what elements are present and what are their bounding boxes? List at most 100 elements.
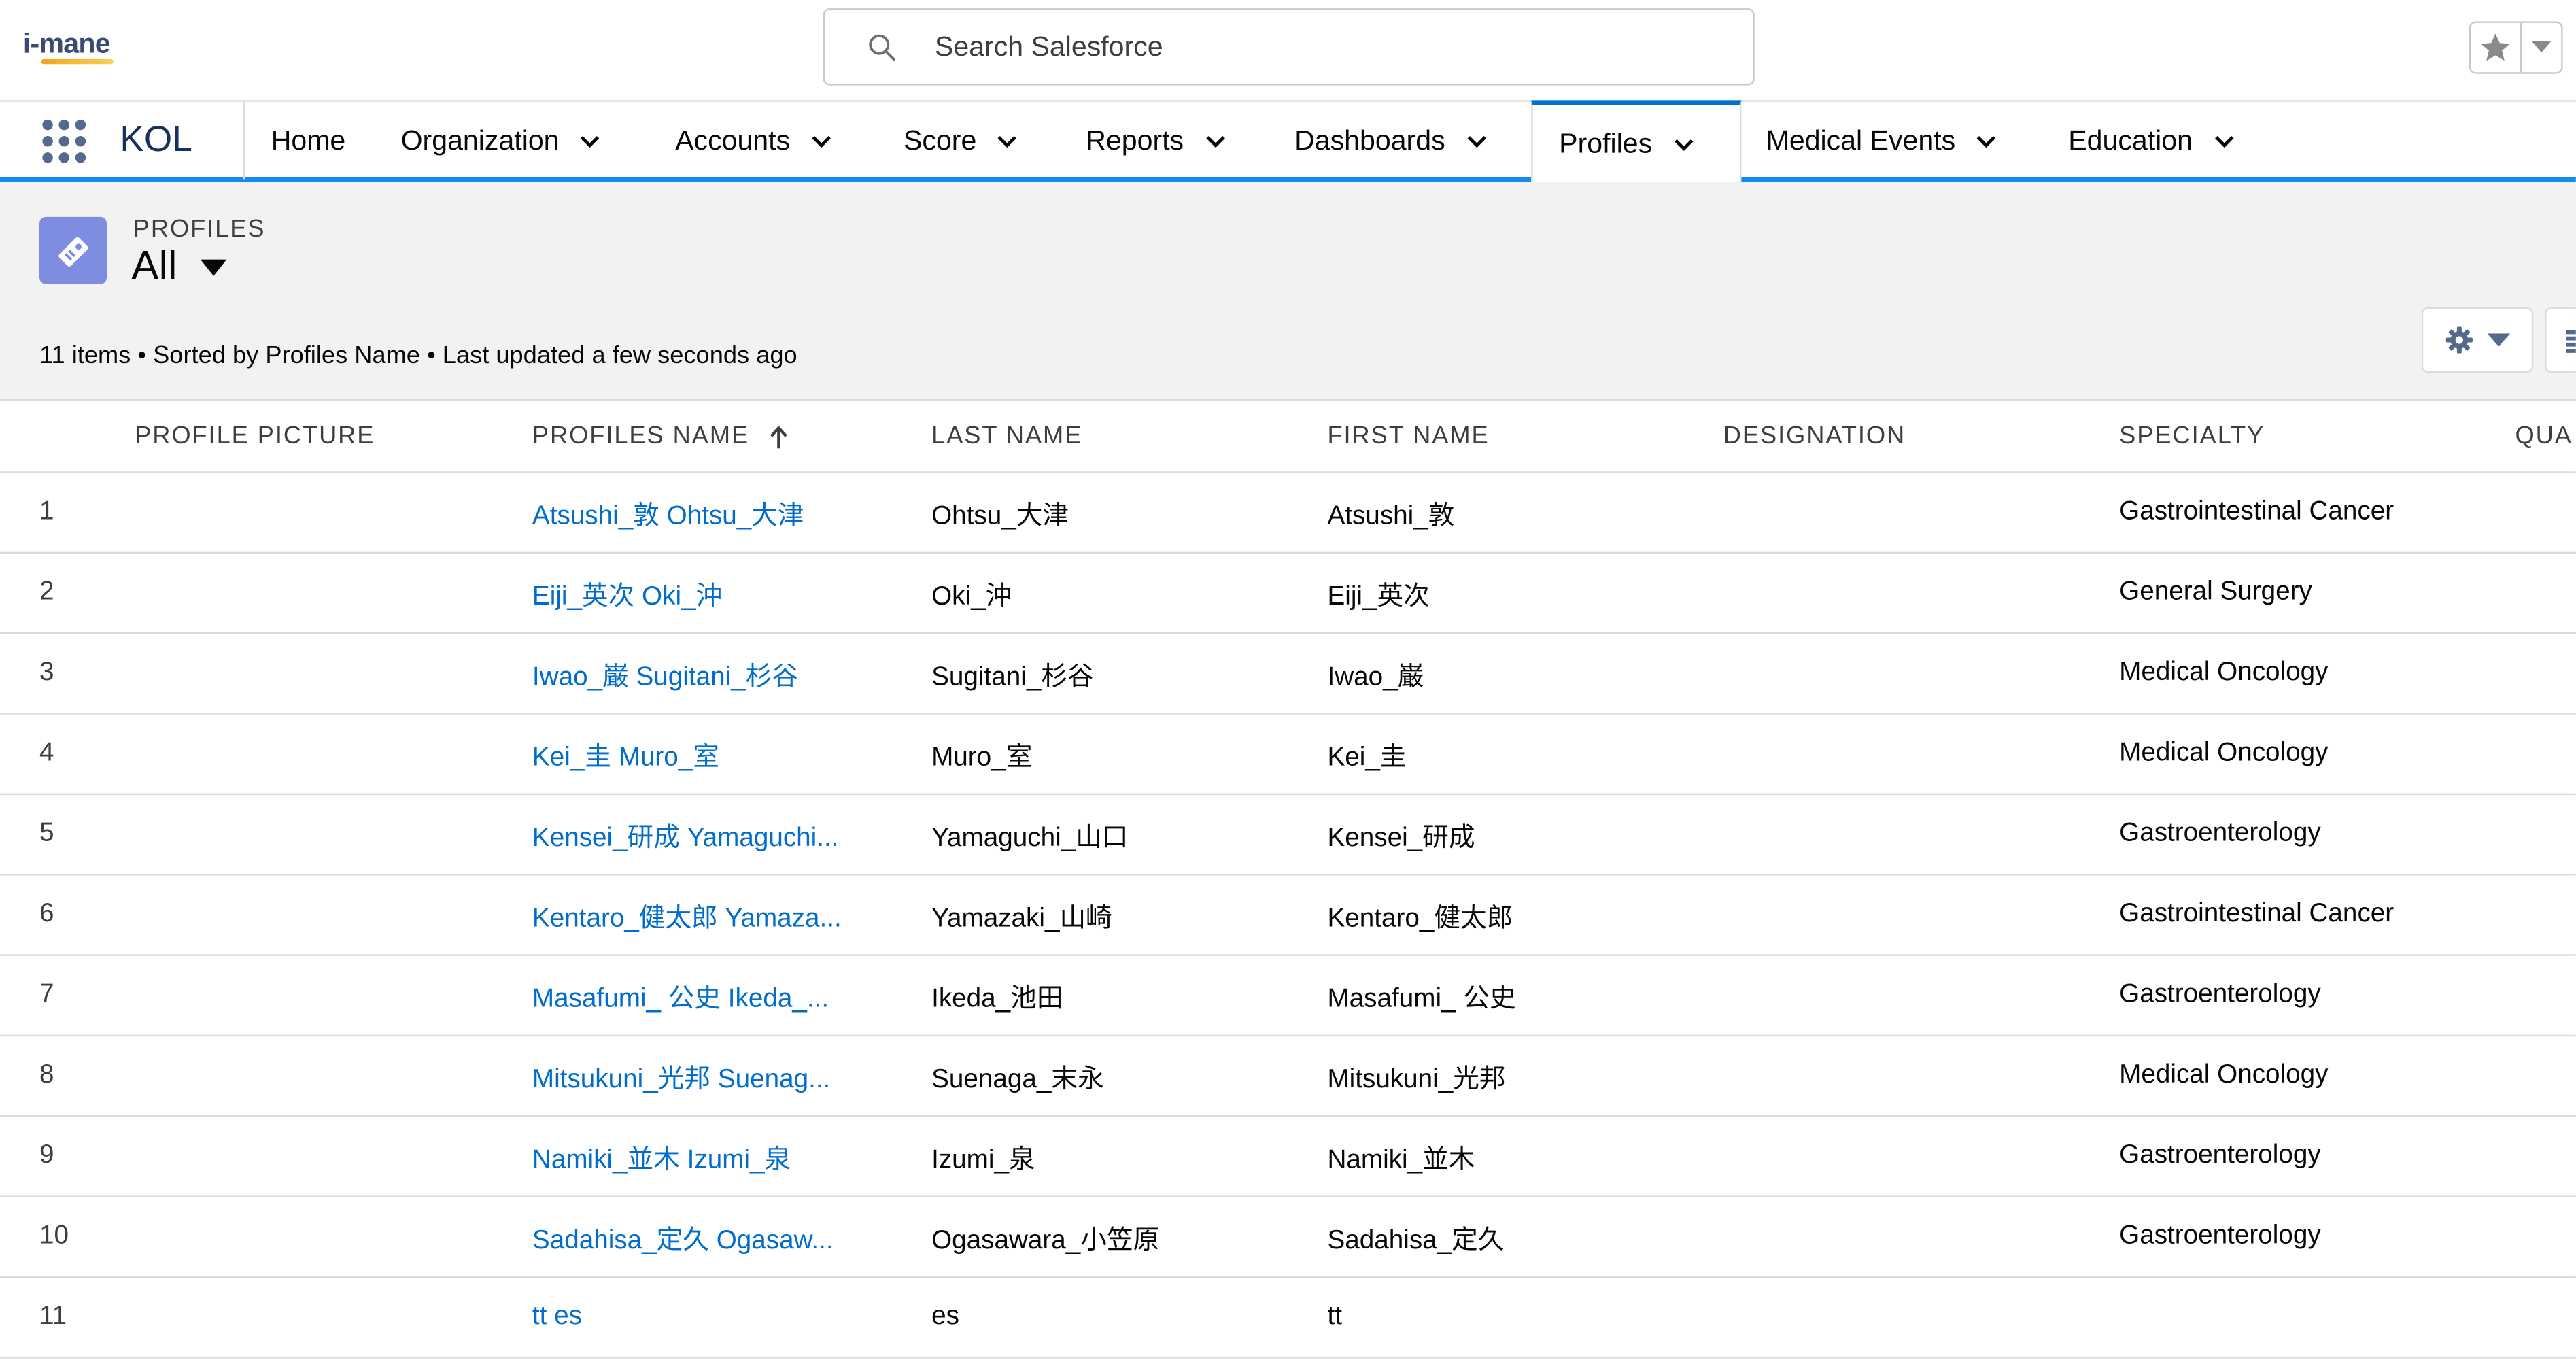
profile-picture-cell	[135, 875, 513, 954]
row-number-cell: 10	[39, 1222, 69, 1251]
nav-tab-medical-events[interactable]: Medical Events	[1766, 102, 1998, 180]
table-row[interactable]: 6 Kentaro_健太郎 Yamaza... Yamazaki_山崎 Kentaro…	[0, 875, 2576, 956]
nav-tab-label: Organization	[400, 124, 560, 156]
nav-tab-accounts[interactable]: Accounts	[675, 102, 833, 180]
row-number-cell: 6	[39, 900, 54, 928]
profile-picture-cell	[135, 956, 513, 1035]
list-view-name: All	[131, 243, 177, 290]
table-row[interactable]: 2 Eiji_英次 Oki_沖 Oki_沖 Eiji_英次 General Surger…	[0, 554, 2576, 634]
last-name-cell: Yamazaki_山崎	[931, 904, 1112, 934]
last-name-cell: Sugitani_杉谷	[931, 663, 1094, 692]
column-header-specialty[interactable]: SPECIALTY	[2119, 401, 2265, 471]
table-row[interactable]: 1 Atsushi_敦 Ohtsu_大津 Ohtsu_大津 Atsushi_敦 Gast…	[0, 473, 2576, 554]
profile-tag-icon	[39, 216, 107, 284]
table-row[interactable]: 4 Kei_圭 Muro_室 Muro_室 Kei_圭 Medical Oncology	[0, 715, 2576, 796]
first-name-cell: Namiki_並木	[1327, 1146, 1475, 1175]
column-header-first-name[interactable]: FIRST NAME	[1327, 401, 1489, 471]
chevron-down-icon[interactable]	[996, 129, 1019, 152]
profile-name-link[interactable]: Mitsukuni_光邦 Suenag...	[532, 1036, 886, 1115]
profile-name-link[interactable]: Kei_圭 Muro_室	[532, 715, 886, 794]
nav-tab-score[interactable]: Score	[904, 102, 1019, 180]
table-row[interactable]: 3 Iwao_巌 Sugitani_杉谷 Sugitani_杉谷 Iwao_巌 Medi…	[0, 634, 2576, 715]
nav-tab-profiles[interactable]: Profiles	[1531, 100, 1742, 183]
app-name: KOL	[120, 118, 192, 160]
object-type-label: PROFILES	[133, 215, 266, 243]
list-view-settings-button[interactable]	[2421, 307, 2534, 373]
chevron-down-icon[interactable]	[1465, 129, 1488, 152]
column-header-label: PROFILE PICTURE	[135, 422, 375, 450]
specialty-cell: Gastroenterology	[2119, 981, 2321, 1009]
global-search-box[interactable]	[823, 8, 1755, 86]
table-header-row: PROFILE PICTURE PROFILES NAME LAST NAME …	[0, 401, 2576, 473]
profile-picture-cell	[135, 1036, 513, 1115]
chevron-down-icon[interactable]	[1203, 129, 1226, 152]
display-as-button[interactable]	[2545, 307, 2576, 373]
specialty-cell: Medical Oncology	[2119, 658, 2329, 687]
table-row[interactable]: 7 Masafumi_ 公史 Ikeda_... Ikeda_池田 Masafumi_…	[0, 956, 2576, 1037]
caret-down-icon[interactable]	[200, 257, 226, 277]
specialty-cell: Gastroenterology	[2119, 1141, 2321, 1170]
first-name-cell: Masafumi_ 公史	[1327, 985, 1516, 1014]
row-number-cell: 1	[39, 497, 54, 526]
list-view-selector[interactable]: All	[131, 243, 226, 290]
chevron-down-icon[interactable]	[2212, 129, 2235, 152]
last-name-cell: Suenaga_末永	[931, 1066, 1104, 1094]
column-header-profiles-name[interactable]: PROFILES NAME	[532, 401, 789, 471]
profile-name-link[interactable]: Eiji_英次 Oki_沖	[532, 554, 886, 632]
list-view-info: 11 items • Sorted by Profiles Name • Las…	[39, 341, 797, 370]
profile-name-link[interactable]: Sadahisa_定久 Ogasaw...	[532, 1197, 886, 1276]
first-name-cell: Kentaro_健太郎	[1327, 904, 1513, 934]
table-row[interactable]: 5 Kensei_研成 Yamaguchi... Yamaguchi_山口 Kense…	[0, 795, 2576, 876]
nav-tab-home[interactable]: Home	[271, 102, 346, 180]
table-row[interactable]: 11 tt es es tt	[0, 1278, 2576, 1359]
designation-cell	[1723, 1036, 2101, 1115]
designation-cell	[1723, 875, 2101, 954]
nav-tab-label: Dashboards	[1294, 124, 1445, 156]
specialty-cell	[2119, 1278, 2497, 1357]
table-row[interactable]: 8 Mitsukuni_光邦 Suenag... Suenaga_末永 Mitsuku…	[0, 1036, 2576, 1117]
row-number-cell: 3	[39, 658, 54, 687]
last-name-cell: Ikeda_池田	[931, 985, 1063, 1014]
nav-tab-education[interactable]: Education	[2068, 102, 2235, 180]
last-name-cell: Ohtsu_大津	[931, 503, 1069, 531]
chevron-down-icon[interactable]	[810, 129, 833, 152]
profile-name-link[interactable]: Kensei_研成 Yamaguchi...	[532, 795, 886, 874]
nav-tab-organization[interactable]: Organization	[401, 102, 602, 180]
designation-cell	[1723, 473, 2101, 552]
column-header-qualification[interactable]: QUA	[2515, 401, 2573, 471]
chevron-down-icon[interactable]	[1672, 132, 1695, 155]
nav-tab-dashboards[interactable]: Dashboards	[1294, 102, 1488, 180]
company-logo[interactable]: i-mane	[23, 28, 111, 61]
last-name-cell: Muro_室	[931, 744, 1033, 772]
table-view-icon	[2566, 330, 2576, 353]
table-row[interactable]: 9 Namiki_並木 Izumi_泉 Izumi_泉 Namiki_並木 Gastro…	[0, 1117, 2576, 1197]
column-header-label: SPECIALTY	[2119, 422, 2265, 450]
designation-cell	[1723, 1278, 2101, 1357]
global-search-input[interactable]	[934, 10, 1723, 84]
column-header-designation[interactable]: DESIGNATION	[1723, 401, 1906, 471]
chevron-down-icon[interactable]	[579, 129, 602, 152]
row-number-cell: 2	[39, 578, 54, 607]
row-number-cell: 5	[39, 819, 54, 848]
first-name-cell: Kensei_研成	[1327, 824, 1475, 853]
profile-name-link[interactable]: Masafumi_ 公史 Ikeda_...	[532, 956, 886, 1035]
logo-accent	[41, 58, 114, 65]
nav-tab-label: Education	[2068, 124, 2193, 156]
column-header-profile-picture[interactable]: PROFILE PICTURE	[135, 401, 375, 471]
profile-name-link[interactable]: tt es	[532, 1278, 886, 1357]
favorites-button[interactable]	[2471, 22, 2522, 73]
profile-picture-cell	[135, 1117, 513, 1196]
chevron-down-icon[interactable]	[1975, 129, 1998, 152]
list-view-header: PROFILES All 11 items • Sorted by Profil…	[0, 182, 2576, 401]
profile-name-link[interactable]: Atsushi_敦 Ohtsu_大津	[532, 473, 886, 552]
favorites-menu-button[interactable]	[2522, 23, 2561, 72]
nav-tab-reports[interactable]: Reports	[1086, 102, 1226, 180]
profile-name-link[interactable]: Kentaro_健太郎 Yamaza...	[532, 875, 886, 954]
specialty-cell: Gastrointestinal Cancer	[2119, 900, 2394, 928]
profile-picture-cell	[135, 795, 513, 874]
column-header-last-name[interactable]: LAST NAME	[931, 401, 1082, 471]
profile-name-link[interactable]: Namiki_並木 Izumi_泉	[532, 1117, 886, 1196]
waffle-grid-icon[interactable]	[41, 118, 87, 165]
table-row[interactable]: 10 Sadahisa_定久 Ogasaw... Ogasawara_小笠原 Sada…	[0, 1197, 2576, 1278]
profile-name-link[interactable]: Iwao_巌 Sugitani_杉谷	[532, 634, 886, 713]
